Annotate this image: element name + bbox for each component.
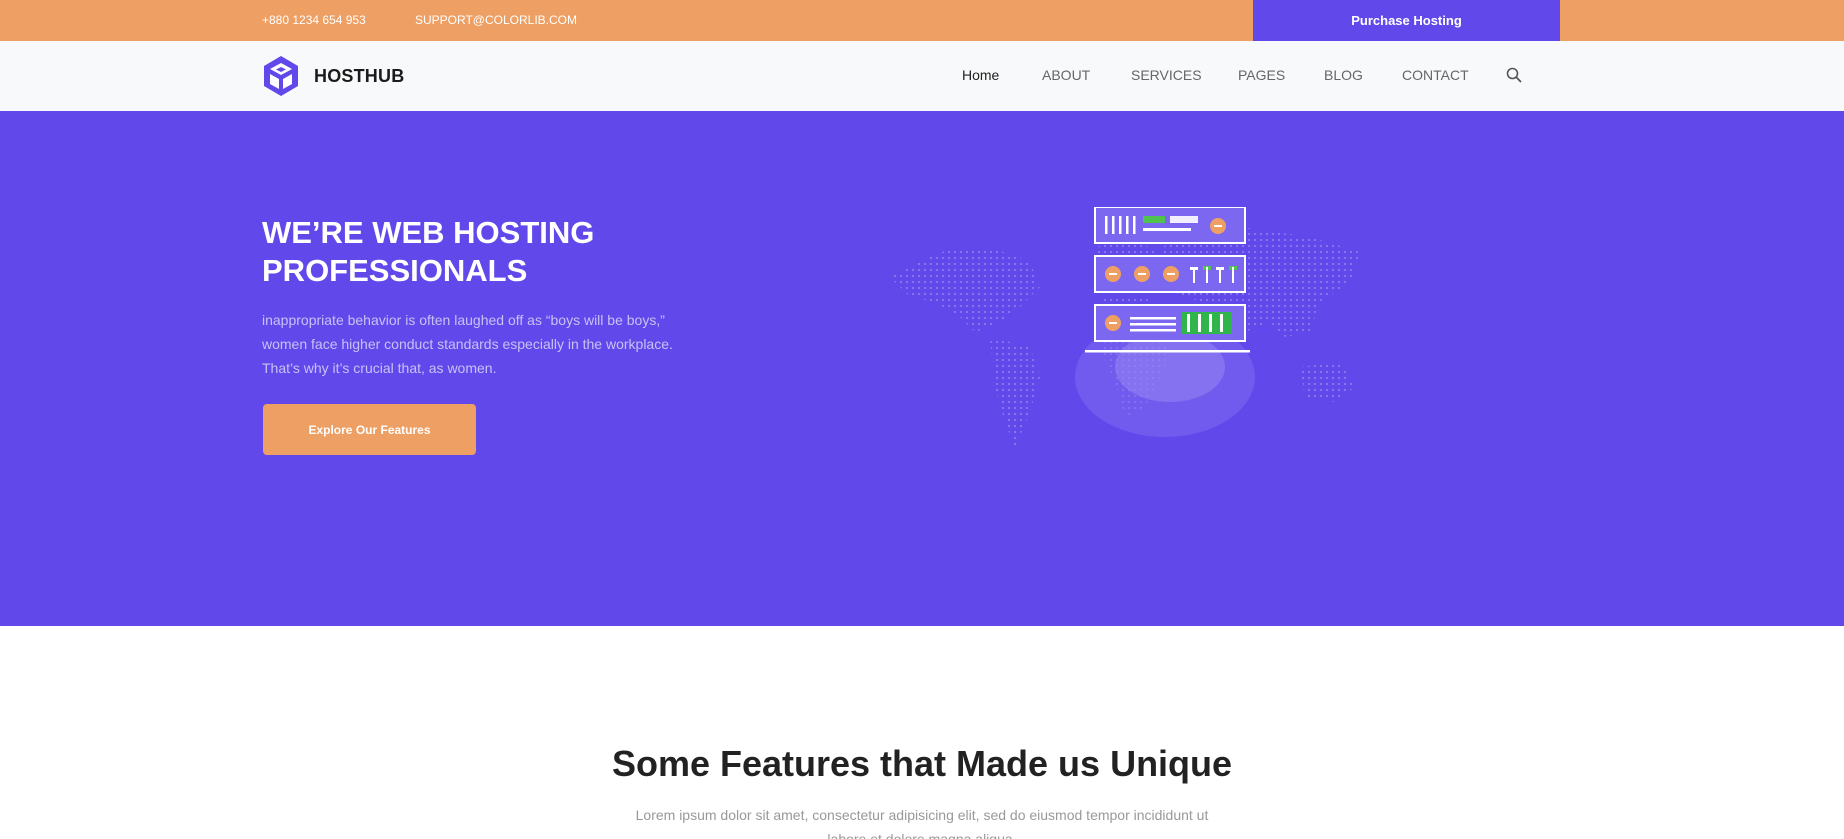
nav-services[interactable]: SERVICES: [1131, 67, 1202, 83]
contact-email[interactable]: SUPPORT@COLORLIB.COM: [415, 13, 577, 27]
nav-about[interactable]: ABOUT: [1042, 67, 1090, 83]
contact-phone[interactable]: +880 1234 654 953: [262, 13, 366, 27]
hero-title: WE’RE WEB HOSTING PROFESSIONALS: [262, 215, 595, 288]
features-title: Some Features that Made us Unique: [611, 743, 1233, 784]
search-icon[interactable]: [1506, 67, 1522, 83]
site-logo[interactable]: HOSTHUB: [262, 55, 404, 97]
nav-contact[interactable]: CONTACT: [1402, 67, 1469, 83]
hero-section: WE’RE WEB HOSTING PROFESSIONALS inapprop…: [0, 111, 1844, 626]
nav-blog[interactable]: BLOG: [1324, 67, 1363, 83]
top-bar: +880 1234 654 953 SUPPORT@COLORLIB.COM P…: [0, 0, 1844, 41]
nav-pages[interactable]: PAGES: [1238, 67, 1285, 83]
features-description: Lorem ipsum dolor sit amet, consectetur …: [635, 807, 1209, 839]
explore-features-button[interactable]: Explore Our Features: [263, 404, 476, 455]
main-navbar: HOSTHUB Home ABOUT SERVICES PAGES BLOG C…: [0, 41, 1844, 111]
server-illustration: [890, 207, 1360, 447]
server-rack-icon: [1085, 207, 1250, 353]
nav-home[interactable]: Home: [962, 67, 999, 83]
purchase-hosting-button[interactable]: Purchase Hosting: [1253, 0, 1560, 41]
brand-name: HOSTHUB: [314, 65, 405, 86]
hero-lead: inappropriate behavior is often laughed …: [262, 312, 673, 376]
hosthub-logo-icon: [264, 56, 298, 96]
